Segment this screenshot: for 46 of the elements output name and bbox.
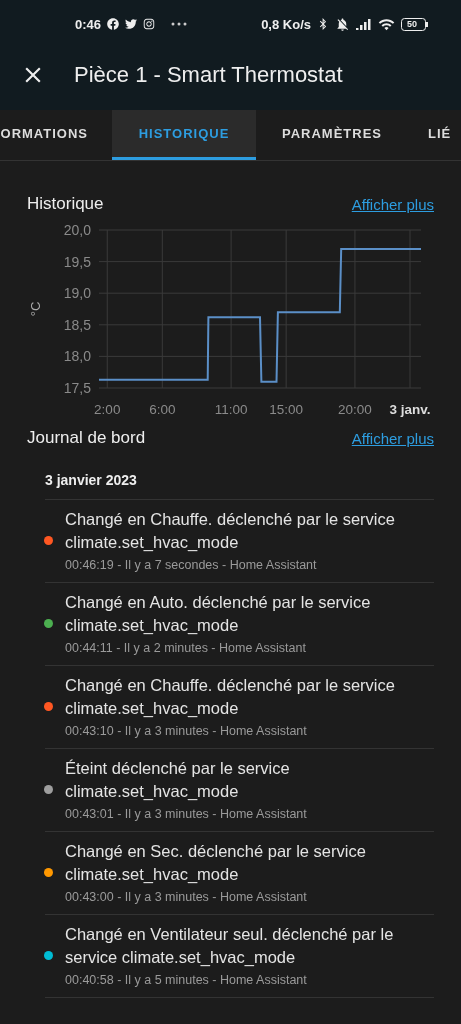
x-tick-label: 2:00: [94, 402, 121, 417]
clock-time: 0:46: [75, 16, 102, 32]
battery-level: 50: [407, 18, 417, 29]
facebook-icon: [107, 18, 120, 30]
log-meta: 00:44:11 - Il y a 2 minutes - Home Assistant: [65, 641, 307, 655]
x-tick-label: 11:00: [214, 402, 248, 417]
camera-icon: [143, 18, 156, 30]
signal-icon: [356, 18, 372, 30]
log-message: Changé en Ventilateur seul. déclenché par le service climate.set_hvac_mode: [65, 924, 395, 968]
x-tick-label: 3 janv.: [389, 402, 431, 417]
page-title: Pièce 1 - Smart Thermostat: [74, 62, 343, 88]
tab[interactable]: LIÉ: [408, 110, 458, 160]
y-tick-label: 17,5: [63, 380, 91, 396]
section-title: Historique: [27, 194, 104, 214]
x-tick-label: 15:00: [269, 402, 304, 417]
log-meta: 00:43:01 - Il y a 3 minutes - Home Assistant: [65, 807, 308, 821]
network-speed: 0,8 Ko/s: [261, 16, 311, 32]
tab[interactable]: HISTORIQUE: [112, 110, 256, 160]
y-tick-label: 18,0: [63, 348, 91, 365]
more-dots-icon: [171, 22, 188, 26]
log-message: Changé en Sec. déclenché par le service climate.set_hvac_mode: [65, 841, 367, 885]
show-more-link[interactable]: Afficher plus: [351, 195, 434, 213]
section-title: Journal de bord: [27, 428, 146, 448]
bird-icon: [125, 18, 138, 30]
x-tick-label: 6:00: [149, 402, 176, 417]
bluetooth-icon: [317, 18, 329, 30]
log-message: Changé en Auto. déclenché par le service climate.set_hvac_mode: [65, 592, 372, 636]
log-message: Changé en Chauffe. déclenché par le service climate.set_hvac_mode: [65, 675, 396, 719]
tab[interactable]: PARAMÈTRES: [256, 110, 408, 160]
y-tick-label: 20,0: [63, 222, 91, 238]
bell-off-icon: [335, 16, 350, 32]
log-message: Éteint déclenché par le service climate.set_hvac_mode: [65, 758, 291, 802]
log-meta: 00:43:10 - Il y a 3 minutes - Home Assistant: [65, 724, 308, 738]
log-meta: 00:43:00 - Il y a 3 minutes - Home Assistant: [65, 890, 308, 904]
log-meta: 00:40:58 - Il y a 5 minutes - Home Assistant: [65, 973, 308, 987]
show-more-link[interactable]: Afficher plus: [351, 429, 434, 447]
battery-icon: [401, 17, 429, 31]
log-date: 3 janvier 2023: [45, 448, 434, 500]
y-tick-label: 19,5: [63, 253, 91, 270]
y-tick-label: 19,0: [63, 285, 91, 302]
log-meta: 00:46:19 - Il y a 7 secondes - Home Assistant: [65, 558, 318, 572]
x-tick-label: 20:00: [338, 402, 372, 417]
y-axis-label: °C: [28, 301, 43, 317]
log-message: Changé en Chauffe. déclenché par le service climate.set_hvac_mode: [65, 509, 396, 553]
y-tick-label: 18,5: [63, 316, 91, 333]
tab[interactable]: ORMATIONS: [0, 110, 112, 160]
